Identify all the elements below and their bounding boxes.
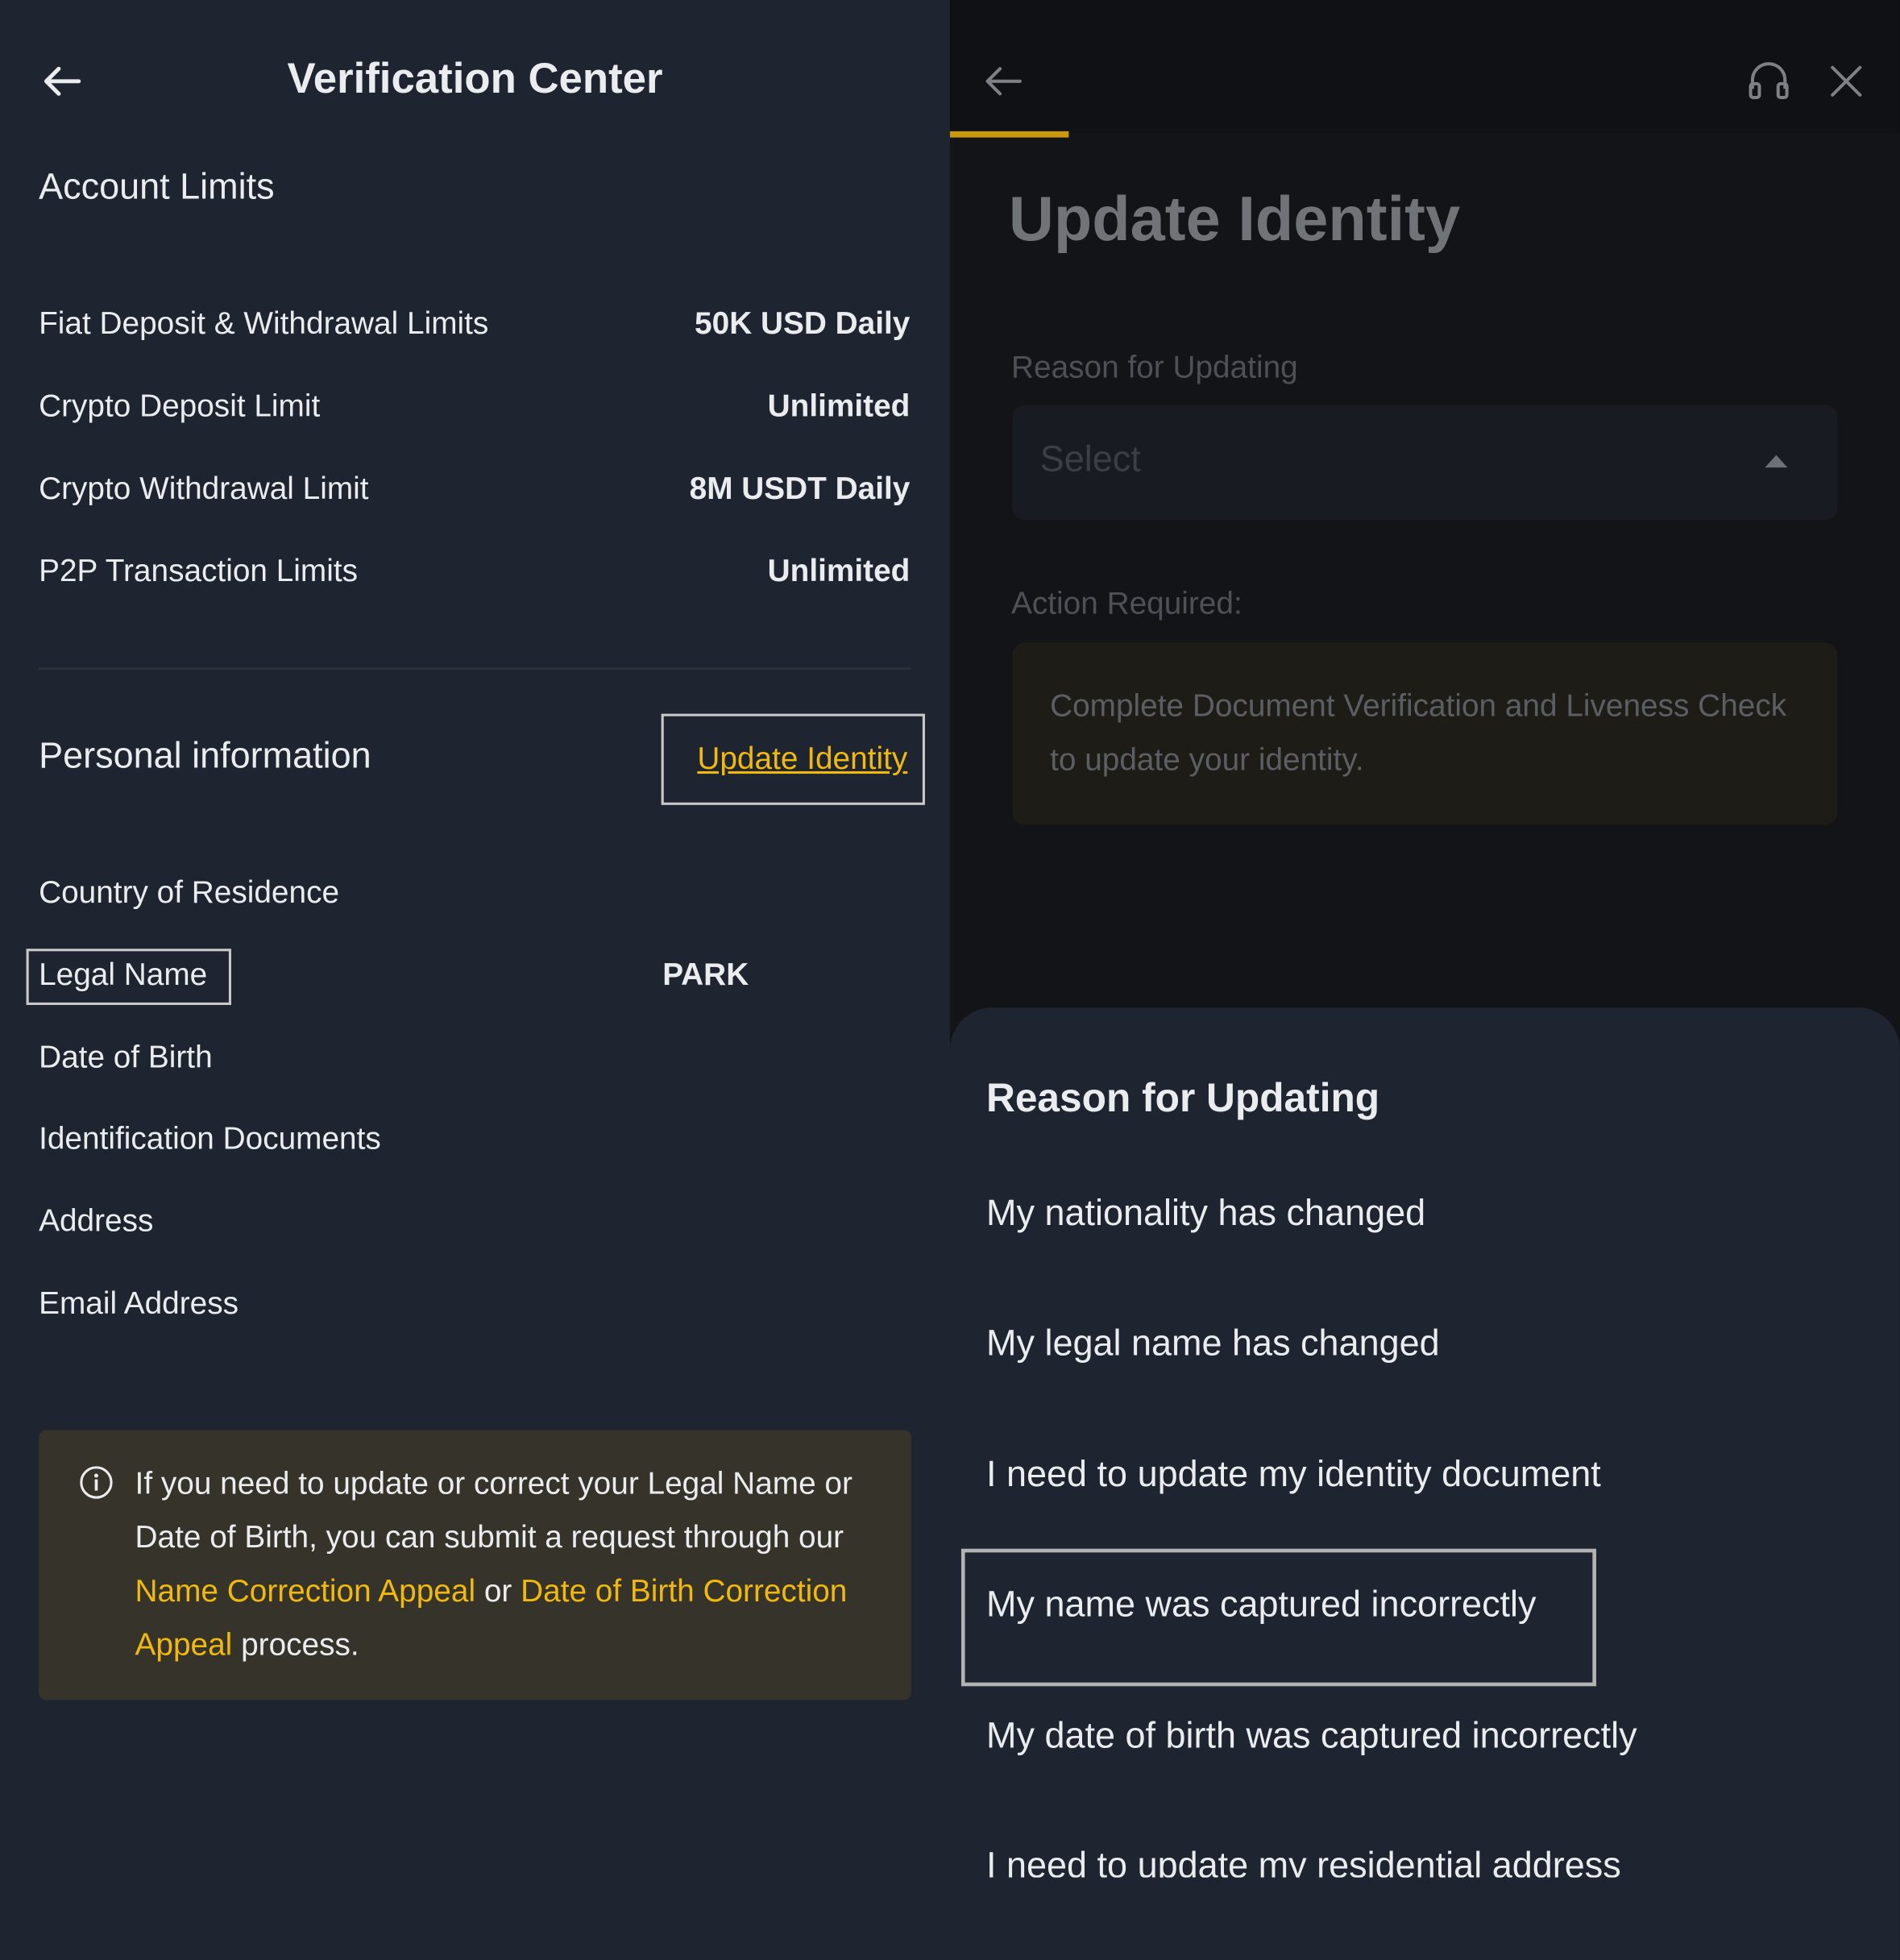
info-label-address: Address xyxy=(39,1203,154,1240)
section-divider xyxy=(39,667,911,671)
headset-support-icon[interactable] xyxy=(1746,59,1791,104)
limit-label-crypto-withdrawal: Crypto Withdrawal Limit xyxy=(39,471,369,507)
info-label-country: Country of Residence xyxy=(39,874,340,911)
reason-option-nationality[interactable]: My nationality has changed xyxy=(986,1194,1425,1235)
limit-value-crypto-withdrawal: 8M USDT Daily xyxy=(689,471,911,507)
reason-option-residential-address[interactable]: I need to update my residential address xyxy=(986,1846,1621,1878)
reason-option-dob-incorrect[interactable]: My date of birth was captured incorrectl… xyxy=(986,1717,1637,1758)
page-title: Verification Center xyxy=(287,55,663,103)
action-required-label: Action Required: xyxy=(1011,586,1242,621)
action-required-box: Complete Document Verification and Liven… xyxy=(1012,642,1838,825)
panel-header xyxy=(949,0,1900,133)
correction-notice: If you need to update or correct your Le… xyxy=(39,1430,911,1700)
reason-option-name-incorrect[interactable]: My name was captured incorrectly xyxy=(986,1585,1537,1626)
limit-value-crypto-deposit: Unlimited xyxy=(767,388,911,424)
account-limits-title: Account Limits xyxy=(39,167,275,208)
limit-value-p2p: Unlimited xyxy=(767,554,911,589)
limit-label-crypto-deposit: Crypto Deposit Limit xyxy=(39,388,321,424)
info-icon xyxy=(80,1466,113,1499)
info-label-dob: Date of Birth xyxy=(39,1040,213,1075)
limit-label-fiat: Fiat Deposit & Withdrawal Limits xyxy=(39,305,489,342)
reason-option-legal-name[interactable]: My legal name has changed xyxy=(986,1324,1440,1365)
reason-option-identity-document[interactable]: I need to update my identity document xyxy=(986,1455,1601,1496)
back-arrow-icon[interactable] xyxy=(981,59,1027,104)
reason-options-list: My nationality has changed My legal name… xyxy=(950,1157,1900,1878)
sheet-title: Reason for Updating xyxy=(985,1074,1380,1120)
info-label-legal-name: Legal Name xyxy=(39,957,208,993)
caret-up-icon xyxy=(1765,455,1788,468)
close-icon[interactable] xyxy=(1826,61,1866,102)
limit-label-p2p: P2P Transaction Limits xyxy=(39,554,359,589)
reason-bottom-sheet: Reason for Updating My nationality has c… xyxy=(949,1007,1900,1960)
notice-text: If you need to update or correct your Le… xyxy=(135,1466,853,1663)
reason-select-placeholder: Select xyxy=(1039,439,1141,480)
action-required-text: Complete Document Verification and Liven… xyxy=(1050,688,1787,778)
info-label-email: Email Address xyxy=(39,1285,239,1322)
update-identity-panel: Update Identity Reason for Updating Sele… xyxy=(949,0,1900,1960)
progress-bar xyxy=(949,131,1069,138)
reason-label: Reason for Updating xyxy=(1011,350,1298,385)
reason-select[interactable]: Select xyxy=(1012,405,1838,521)
personal-info-title: Personal information xyxy=(39,736,371,777)
screen-root: Verification Center Account Limits Fiat … xyxy=(0,0,1900,1960)
name-correction-appeal-link[interactable]: Name Correction Appeal xyxy=(135,1574,476,1609)
update-identity-link[interactable]: Update Identity xyxy=(661,713,925,805)
info-label-id-documents: Identification Documents xyxy=(39,1121,381,1156)
info-value-legal-name: PARK xyxy=(662,957,749,993)
verification-center-panel: Verification Center Account Limits Fiat … xyxy=(0,0,950,1960)
limit-value-fiat: 50K USD Daily xyxy=(695,305,911,342)
update-identity-title: Update Identity xyxy=(1008,183,1461,254)
